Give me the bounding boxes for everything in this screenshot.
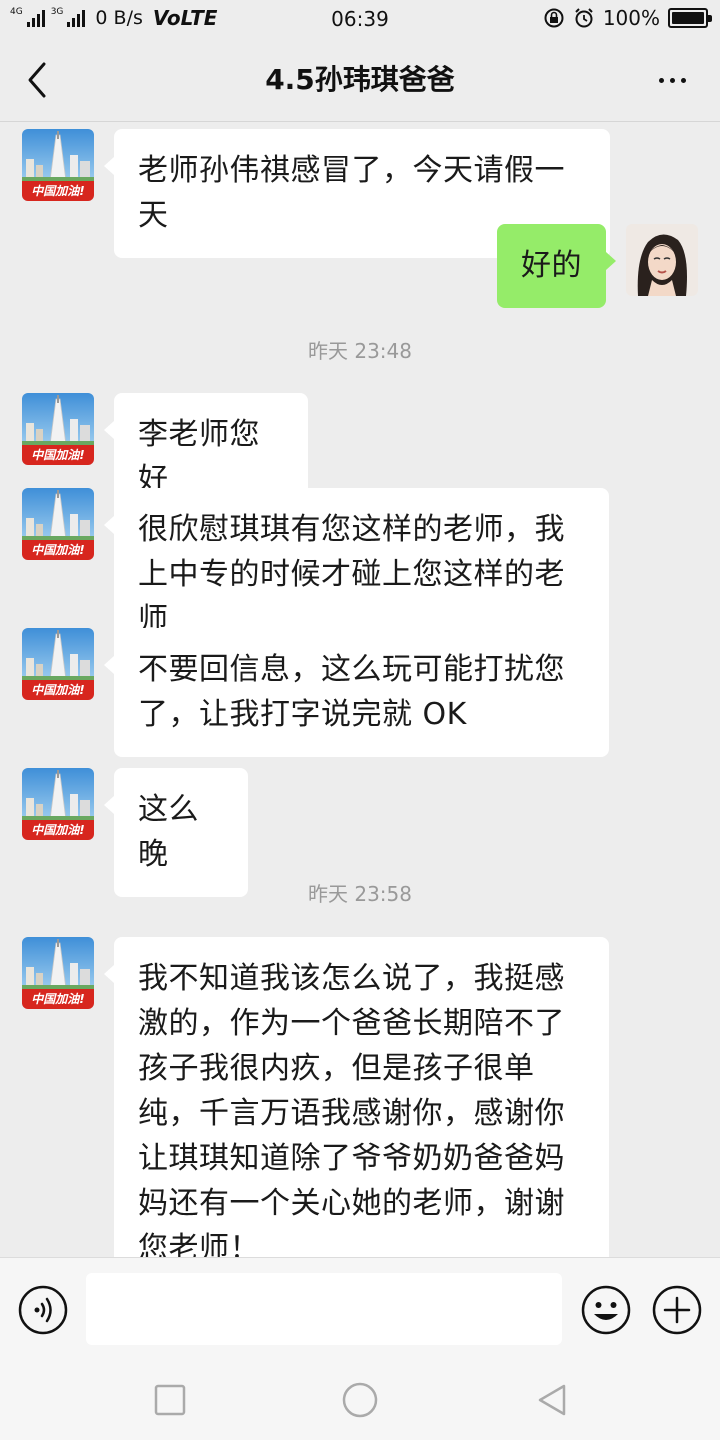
contact-avatar[interactable]: 中国加油! (22, 937, 94, 1009)
recent-apps-button[interactable] (150, 1380, 190, 1420)
message-input[interactable] (86, 1273, 562, 1345)
city-avatar-icon: 中国加油! (22, 937, 94, 1009)
contact-avatar[interactable]: 中国加油! (22, 488, 94, 560)
add-button[interactable] (651, 1284, 703, 1336)
svg-text:中国加油!: 中国加油! (31, 992, 84, 1006)
svg-text:中国加油!: 中国加油! (31, 823, 84, 837)
circle-icon (342, 1382, 378, 1418)
battery-percent: 100% (602, 6, 660, 30)
contact-avatar[interactable]: 中国加油! (22, 768, 94, 840)
input-bar (0, 1257, 720, 1360)
emoji-icon (581, 1285, 631, 1335)
back-nav-button[interactable] (532, 1380, 572, 1420)
plus-icon (652, 1285, 702, 1335)
status-right: 100% (543, 6, 712, 30)
triangle-back-icon (538, 1384, 566, 1416)
voice-icon (18, 1285, 68, 1335)
title-bar: 4.5孙玮琪爸爸 (0, 38, 720, 122)
city-avatar-icon: 中国加油! (22, 393, 94, 465)
message-bubble[interactable]: 我不知道我该怎么说了，我挺感激的，作为一个爸爸长期陪不了孩子我很内疚，但是孩子很… (104, 937, 609, 1291)
rotation-lock-icon (544, 8, 564, 28)
svg-text:中国加油!: 中国加油! (31, 683, 84, 697)
svg-text:中国加油!: 中国加油! (31, 543, 84, 557)
more-dots-icon (658, 77, 664, 83)
city-avatar-icon: 中国加油! (22, 488, 94, 560)
contact-avatar[interactable]: 中国加油! (22, 628, 94, 700)
status-bar: 4G 3G 0 B/s VoLTE 06:39 100% (0, 0, 720, 38)
more-button[interactable] (650, 58, 694, 102)
svg-text:中国加油!: 中国加油! (31, 448, 84, 462)
home-button[interactable] (340, 1380, 380, 1420)
my-avatar[interactable] (626, 224, 698, 296)
timestamp: 昨天 23:58 (308, 882, 412, 906)
message-bubble[interactable]: 不要回信息，这么玩可能打扰您了，让我打字说完就 OK (104, 628, 609, 757)
message-bubble-outgoing[interactable]: 好的 (497, 224, 616, 308)
voice-button[interactable] (17, 1284, 69, 1336)
timestamp: 昨天 23:48 (308, 339, 412, 363)
portrait-avatar-icon (626, 224, 698, 296)
city-avatar-icon: 中国加油! (22, 628, 94, 700)
city-avatar-icon: 中国加油! (22, 129, 94, 201)
city-avatar-icon: 中国加油! (22, 768, 94, 840)
navigation-bar (0, 1360, 720, 1440)
chat-history[interactable]: 中国加油! 老师孙伟祺感冒了，今天请假一天 好的 昨天 23:48 中国加油! … (0, 123, 720, 1291)
contact-avatar[interactable]: 中国加油! (22, 129, 94, 201)
emoji-button[interactable] (580, 1284, 632, 1336)
svg-text:中国加油!: 中国加油! (31, 184, 84, 198)
alarm-icon (575, 8, 593, 28)
chat-title: 4.5孙玮琪爸爸 (265, 63, 455, 96)
contact-avatar[interactable]: 中国加油! (22, 393, 94, 465)
battery-fill (672, 12, 704, 24)
square-icon (154, 1384, 186, 1416)
battery-icon (668, 8, 712, 28)
